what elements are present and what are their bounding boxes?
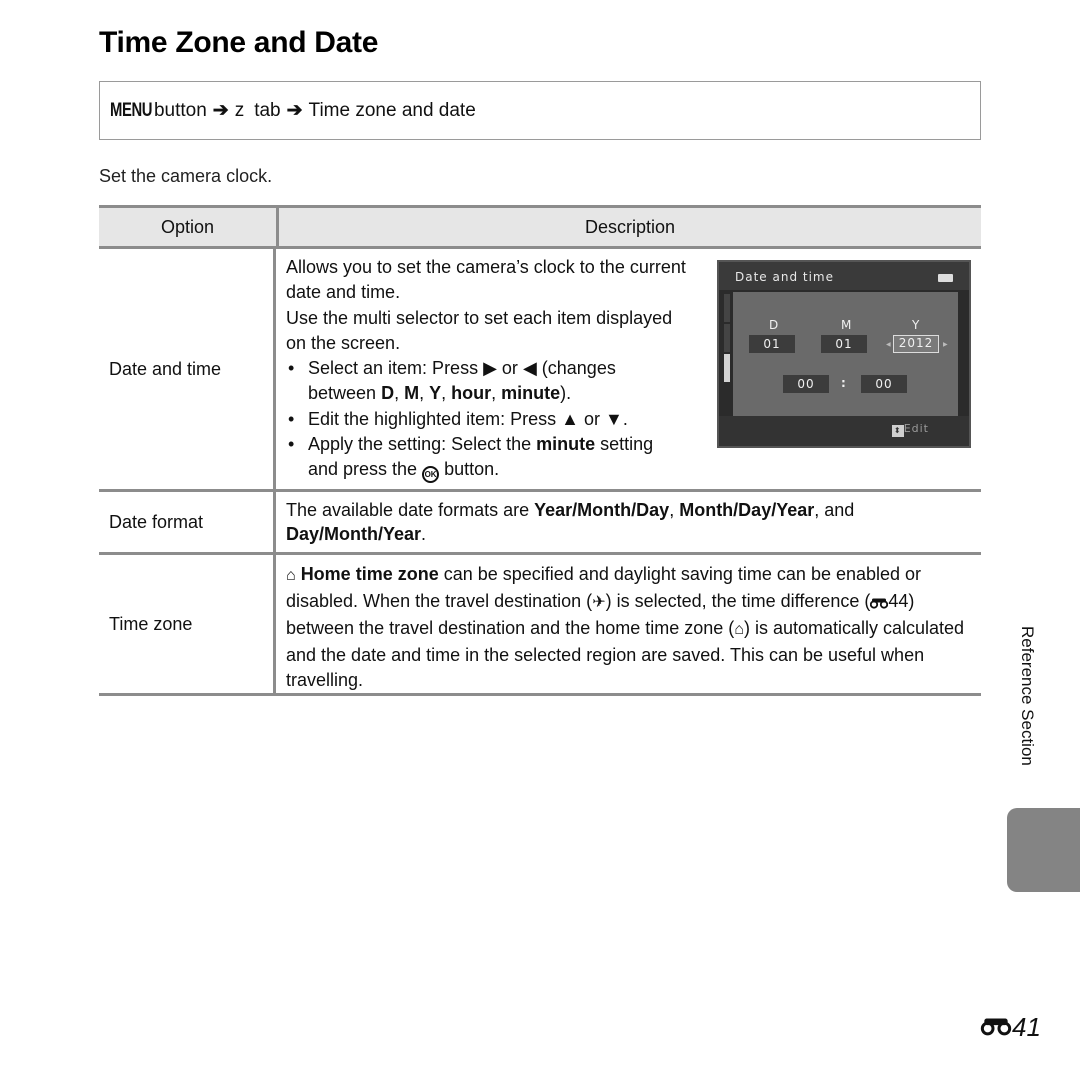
description-text: The available date formats are Year/Mont… [286,500,855,544]
bullet-item: Edit the highlighted item: Press ▲ or ▼. [286,407,686,433]
time-separator: : [841,376,846,390]
menu-tab-indicator [724,324,730,352]
menu-path-destination: Time zone and date [308,99,476,121]
date-time-panel: D M Y 01 01 ◀ 2012 ▶ 00 : 00 [733,292,958,417]
paragraph: Use the multi selector to set each item … [286,307,673,353]
screen-title: Date and time [735,270,834,284]
table-header: Option Description [99,205,981,249]
option-cell: Date format [99,492,276,552]
reference-binoculars-icon [870,591,889,617]
paragraph: Allows you to set the camera’s clock to … [286,257,686,303]
screen-header: Date and time [719,262,969,290]
minute-field[interactable]: 00 [861,375,907,393]
section-tab [1007,808,1080,892]
menu-tab-indicator-active [724,354,730,382]
description-text: ⌂ Home time zone can be specified and da… [286,564,965,690]
multi-selector-right-icon: ▶ [483,358,497,379]
home-icon: ⌂ [286,567,296,584]
arrow-right-icon: ➔ [286,100,303,121]
year-field[interactable]: 2012 [893,335,939,353]
day-label: D [769,318,779,332]
intro-text: Set the camera clock. [99,166,273,186]
arrow-right-icon: ▶ [943,341,948,348]
arrow-right-icon: ➔ [212,100,229,121]
day-field[interactable]: 01 [749,335,795,353]
description-cell: The available date formats are Year/Mont… [276,492,981,552]
table-row: Time zone ⌂ Home time zone can be specif… [99,555,981,696]
home-icon: ⌂ [734,621,744,638]
menu-tab-indicator [724,294,730,322]
airplane-icon: ✈ [592,593,606,611]
menu-path-button: button [153,99,207,121]
menu-path: MENU button ➔ z tab ➔ Time zone and date [99,81,981,140]
multi-selector-left-icon: ◀ [522,358,537,379]
option-cell: Time zone [99,555,276,693]
page-number: 41 [980,1012,1041,1043]
reference-binoculars-icon [980,1012,1012,1043]
bullet-list: Select an item: Press ▶ or ◀ (changes be… [286,356,686,484]
battery-icon [938,274,953,282]
section-label: Reference Section [1018,626,1037,766]
hour-field[interactable]: 00 [783,375,829,393]
menu-path-tab: tab [254,99,281,121]
bullet-item: Apply the setting: Select the minute set… [286,432,686,484]
header-description: Description [584,217,676,237]
menu-button-glyph: MENU [110,99,153,121]
bullet-item: Select an item: Press ▶ or ◀ (changes be… [286,356,686,407]
up-down-icon: ⬍ [891,425,904,437]
screen-footer: ⬍ Edit [719,416,969,446]
table-row: Date format The available date formats a… [99,492,981,555]
edit-hint: ⬍ Edit [891,422,929,437]
page-title: Time Zone and Date [99,26,379,59]
month-field[interactable]: 01 [821,335,867,353]
multi-selector-down-icon: ▼ [604,408,623,429]
option-cell: Date and time [99,249,276,489]
multi-selector-up-icon: ▲ [561,408,579,429]
description-text: Allows you to set the camera’s clock to … [286,255,686,484]
description-cell: ⌂ Home time zone can be specified and da… [276,555,981,693]
ok-button-icon: OK [422,466,440,484]
header-option: Option [99,208,279,246]
arrow-left-icon: ◀ [886,341,891,348]
setup-tab-icon: z [234,99,245,121]
year-label: Y [912,318,920,332]
month-label: M [841,318,852,332]
camera-screen-illustration: Date and time D M Y 01 01 ◀ 2012 ▶ 00 : … [717,260,971,448]
page-number-value: 41 [1012,1012,1041,1042]
